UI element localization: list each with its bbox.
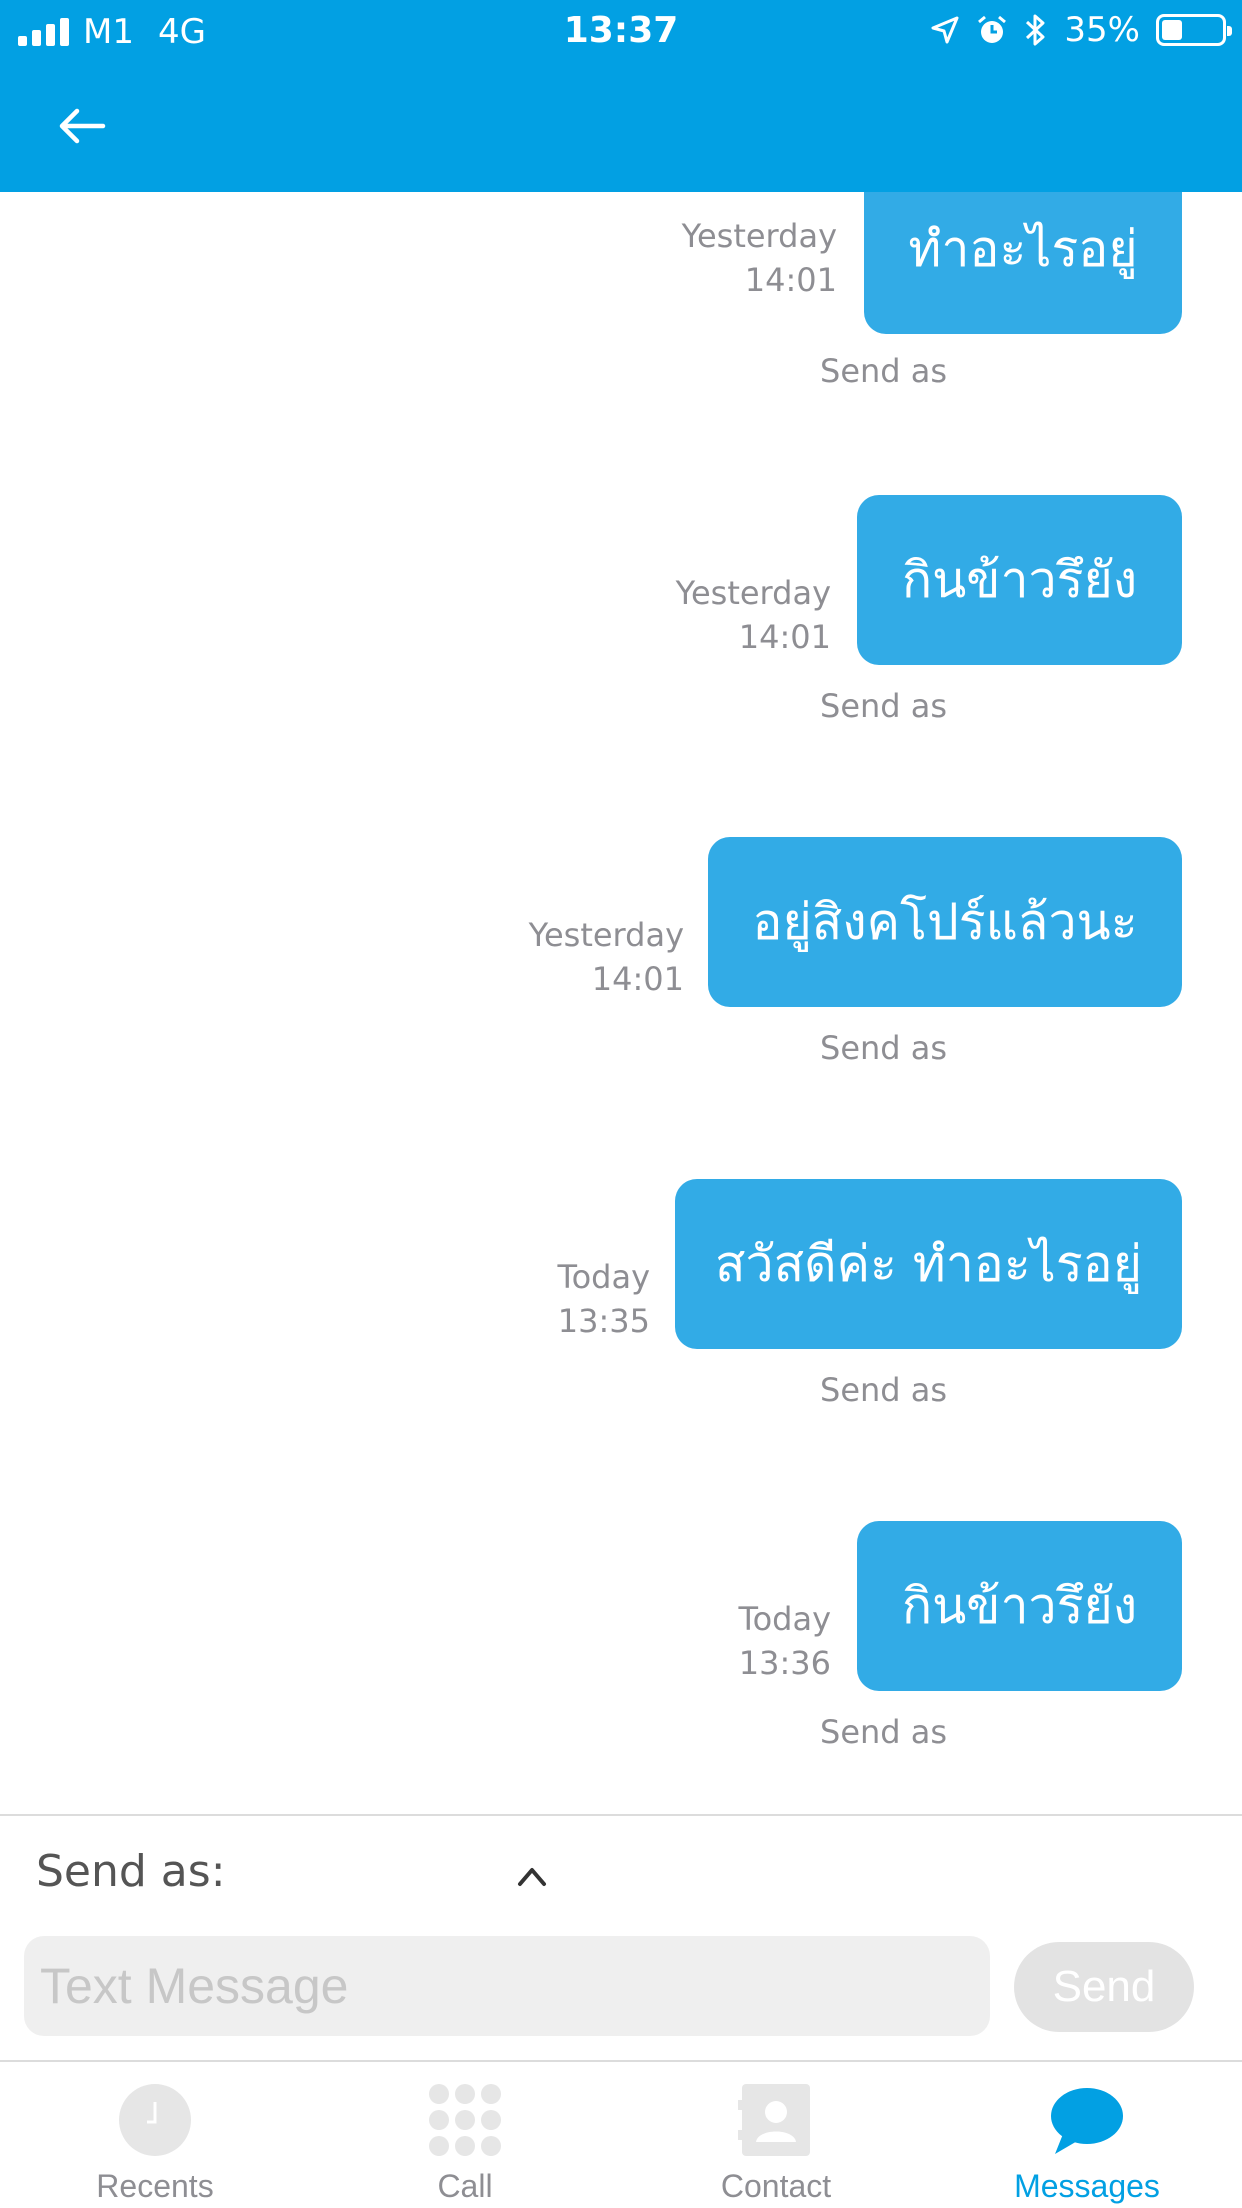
battery-fill xyxy=(1162,20,1183,40)
message-send-as: Send as xyxy=(820,1371,948,1409)
message-time: 14:01 xyxy=(591,960,684,998)
message-day: Yesterday xyxy=(681,217,837,255)
message-time: 13:36 xyxy=(738,1644,831,1682)
contact-card-icon xyxy=(738,2084,810,2156)
message-time: 13:35 xyxy=(557,1302,650,1340)
message-timestamp: Yesterday 14:01 xyxy=(682,214,837,302)
message-bubble[interactable]: กินข้าวรึยัง xyxy=(857,1521,1182,1691)
message-send-as: Send as xyxy=(820,1029,948,1067)
message-send-as: Send as xyxy=(820,352,948,390)
message-bubble[interactable]: ทำอะไรอยู่ xyxy=(864,192,1182,334)
message-thread[interactable]: ทำอะไรอยู่ Yesterday 14:01 Send as กินข้… xyxy=(0,192,1242,1814)
message-time: 14:01 xyxy=(738,618,831,656)
message-day: Today xyxy=(557,1258,650,1296)
tab-label: Contact xyxy=(720,2168,832,2204)
message-timestamp: Yesterday 14:01 xyxy=(529,913,684,1001)
message-composer: Send as: Send xyxy=(0,1814,1242,2060)
battery-percent: 35% xyxy=(1064,10,1140,50)
message-day: Yesterday xyxy=(528,916,684,954)
send-button[interactable]: Send xyxy=(1014,1942,1194,2032)
message-timestamp: Yesterday 14:01 xyxy=(676,571,831,659)
bluetooth-icon xyxy=(1026,14,1045,46)
tab-label: Messages xyxy=(1014,2168,1160,2204)
tab-call[interactable]: Call xyxy=(310,2062,620,2208)
send-as-label: Send as: xyxy=(36,1846,226,1897)
message-timestamp: Today 13:35 xyxy=(557,1255,650,1343)
arrow-left-icon xyxy=(59,108,106,144)
keypad-icon xyxy=(429,2084,501,2156)
bottom-tab-bar: Recents Call Contact Messages xyxy=(0,2060,1242,2208)
message-time: 14:01 xyxy=(744,261,837,299)
tab-label: Recents xyxy=(96,2168,214,2204)
tab-recents[interactable]: Recents xyxy=(0,2062,310,2208)
tab-label: Call xyxy=(437,2168,493,2204)
message-bubble[interactable]: อยู่สิงคโปร์แล้วนะ xyxy=(708,837,1182,1007)
app-header: M1 4G 13:37 35% xyxy=(0,0,1242,192)
message-timestamp: Today 13:36 xyxy=(738,1597,831,1685)
tab-contact[interactable]: Contact xyxy=(621,2062,931,2208)
message-day: Today xyxy=(738,1600,831,1638)
location-arrow-icon xyxy=(931,16,959,44)
message-send-as: Send as xyxy=(820,687,948,725)
text-message-input[interactable] xyxy=(24,1936,990,2036)
battery-icon xyxy=(1156,14,1232,46)
chevron-up-icon[interactable] xyxy=(512,1856,552,1896)
message-bubble[interactable]: สวัสดีค่ะ ทำอะไรอยู่ xyxy=(675,1179,1182,1349)
back-button[interactable] xyxy=(50,94,114,158)
status-right: 35% xyxy=(930,10,1232,50)
alarm-icon xyxy=(978,15,1007,43)
message-bubble[interactable]: กินข้าวรึยัง xyxy=(857,495,1182,665)
chat-bubble-icon xyxy=(1051,2088,1123,2154)
tab-messages[interactable]: Messages xyxy=(932,2062,1242,2208)
clock-icon xyxy=(119,2084,191,2156)
message-send-as: Send as xyxy=(820,1713,948,1751)
status-bar: M1 4G 13:37 35% xyxy=(0,0,1242,64)
message-day: Yesterday xyxy=(675,574,831,612)
